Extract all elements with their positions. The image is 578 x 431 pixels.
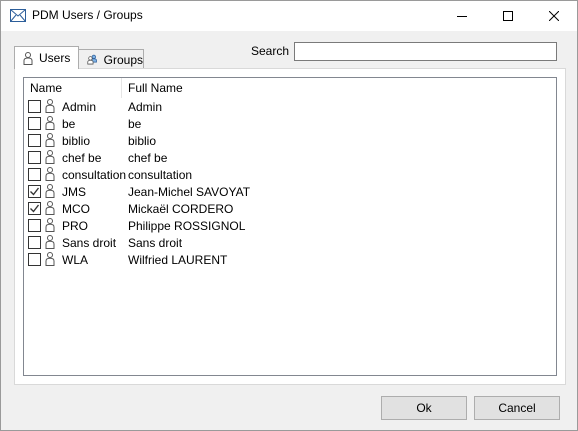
users-tab-panel: Name Full Name Admin Admin be be biblio bibli… (14, 68, 566, 385)
user-icon (45, 218, 55, 235)
list-item[interactable]: Admin Admin (24, 98, 556, 115)
user-name: WLA (62, 253, 89, 267)
user-full-name: Mickaël CORDERO (128, 202, 234, 216)
envelope-icon (10, 9, 26, 23)
list-item[interactable]: consultation consultation (24, 166, 556, 183)
search-label: Search (251, 44, 290, 58)
row-checkbox[interactable] (28, 134, 41, 147)
list-rows: Admin Admin be be biblio biblio chef be chef be… (24, 98, 556, 268)
list-header: Name Full Name (24, 78, 556, 98)
user-name: chef be (62, 151, 102, 165)
row-checkbox[interactable] (28, 100, 41, 113)
user-icon (45, 150, 55, 167)
close-icon (549, 11, 559, 21)
group-icon (87, 54, 97, 65)
maximize-button[interactable] (485, 1, 531, 31)
column-divider[interactable] (121, 78, 122, 98)
list-item[interactable]: WLA Wilfried LAURENT (24, 251, 556, 268)
user-icon (45, 133, 55, 150)
user-full-name: Admin (128, 100, 163, 114)
tab-groups-label: Groups (103, 52, 143, 67)
row-checkbox[interactable] (28, 253, 41, 266)
window-title: PDM Users / Groups (32, 8, 143, 22)
list-item[interactable]: Sans droit Sans droit (24, 234, 556, 251)
user-full-name: Wilfried LAURENT (128, 253, 228, 267)
maximize-icon (503, 11, 513, 21)
user-icon (23, 51, 33, 65)
user-name: JMS (62, 185, 86, 199)
row-checkbox[interactable] (28, 219, 41, 232)
search-input[interactable] (294, 42, 557, 61)
user-name: Admin (62, 100, 97, 114)
ok-button[interactable]: Ok (381, 396, 467, 420)
tab-users[interactable]: Users (14, 46, 79, 69)
user-icon (45, 116, 55, 133)
dialog-window: PDM Users / Groups Users Groups Search N… (0, 0, 578, 431)
user-icon (45, 99, 55, 116)
row-checkbox[interactable] (28, 202, 41, 215)
column-header-name[interactable]: Name (30, 81, 62, 95)
tab-users-label: Users (39, 51, 71, 65)
row-checkbox[interactable] (28, 168, 41, 181)
row-checkbox[interactable] (28, 117, 41, 130)
user-full-name: biblio (128, 134, 157, 148)
user-full-name: consultation (128, 168, 193, 182)
user-name: consultation (62, 168, 127, 182)
user-icon (45, 201, 55, 218)
column-header-full-name[interactable]: Full Name (128, 81, 183, 95)
tab-groups[interactable]: Groups (78, 49, 144, 69)
user-name: MCO (62, 202, 90, 216)
user-name: be (62, 117, 76, 131)
row-checkbox[interactable] (28, 151, 41, 164)
user-full-name: Jean-Michel SAVOYAT (128, 185, 251, 199)
list-item[interactable]: chef be chef be (24, 149, 556, 166)
user-name: PRO (62, 219, 89, 233)
user-icon (45, 184, 55, 201)
user-full-name: chef be (128, 151, 168, 165)
list-item[interactable]: JMS Jean-Michel SAVOYAT (24, 183, 556, 200)
row-checkbox[interactable] (28, 185, 41, 198)
row-checkbox[interactable] (28, 236, 41, 249)
user-icon (45, 167, 55, 184)
list-item[interactable]: biblio biblio (24, 132, 556, 149)
user-full-name: Philippe ROSSIGNOL (128, 219, 246, 233)
minimize-button[interactable] (439, 1, 485, 31)
cancel-button[interactable]: Cancel (474, 396, 560, 420)
title-bar[interactable]: PDM Users / Groups (1, 1, 577, 31)
close-button[interactable] (531, 1, 577, 31)
users-list[interactable]: Name Full Name Admin Admin be be biblio bibli… (23, 77, 557, 376)
user-name: biblio (62, 134, 91, 148)
list-item[interactable]: PRO Philippe ROSSIGNOL (24, 217, 556, 234)
user-icon (45, 235, 55, 252)
user-icon (45, 252, 55, 269)
minimize-icon (457, 16, 467, 17)
user-full-name: be (128, 117, 142, 131)
list-item[interactable]: MCO Mickaël CORDERO (24, 200, 556, 217)
list-item[interactable]: be be (24, 115, 556, 132)
user-full-name: Sans droit (128, 236, 183, 250)
user-name: Sans droit (62, 236, 117, 250)
